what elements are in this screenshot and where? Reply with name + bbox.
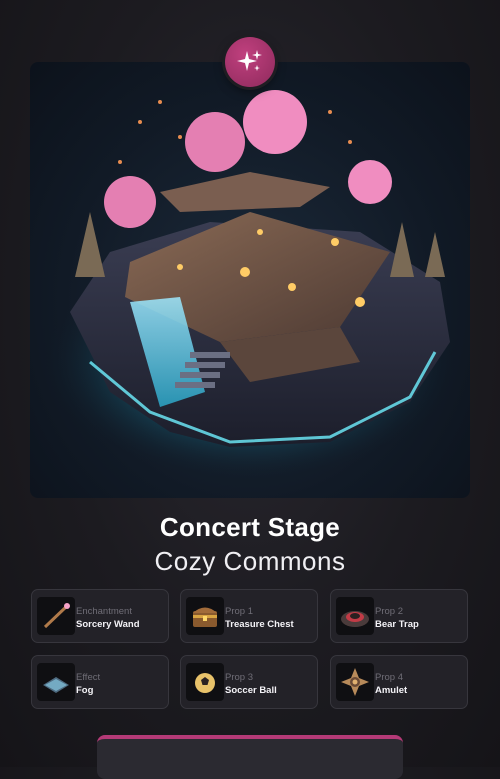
item-category: Enchantment xyxy=(76,606,132,617)
badge-button[interactable] xyxy=(225,37,275,87)
item-category: Effect xyxy=(76,672,101,683)
soccer-ball-icon xyxy=(186,663,224,701)
item-name: Bear Trap xyxy=(375,619,419,630)
item-name: Treasure Chest xyxy=(225,619,294,630)
item-name: Sorcery Wand xyxy=(76,619,140,630)
item-card-prop-2[interactable]: Prop 2 Bear Trap xyxy=(330,589,468,643)
item-category: Prop 4 xyxy=(375,672,403,683)
bottom-action-bar[interactable] xyxy=(97,735,403,779)
item-card-prop-1[interactable]: Prop 1 Treasure Chest xyxy=(180,589,318,643)
scene-illustration xyxy=(30,62,470,498)
item-category: Prop 3 xyxy=(225,672,253,683)
item-name: Amulet xyxy=(375,685,408,696)
item-card-effect[interactable]: Effect Fog xyxy=(31,655,169,709)
item-card-prop-4[interactable]: Prop 4 Amulet xyxy=(330,655,468,709)
treasure-chest-icon xyxy=(186,597,224,635)
bear-trap-icon xyxy=(336,597,374,635)
sparkles-icon xyxy=(237,50,262,71)
item-card-enchantment[interactable]: Enchantment Sorcery Wand xyxy=(31,589,169,643)
fog-icon xyxy=(37,663,75,701)
item-category: Prop 1 xyxy=(225,606,253,617)
page-subtitle: Cozy Commons xyxy=(154,546,346,576)
amulet-icon xyxy=(336,663,374,701)
page-title: Concert Stage xyxy=(159,512,341,542)
item-card-prop-3[interactable]: Prop 3 Soccer Ball xyxy=(180,655,318,709)
item-name: Soccer Ball xyxy=(225,685,277,696)
item-category: Prop 2 xyxy=(375,606,403,617)
item-name: Fog xyxy=(76,685,94,696)
wand-icon xyxy=(37,597,75,635)
